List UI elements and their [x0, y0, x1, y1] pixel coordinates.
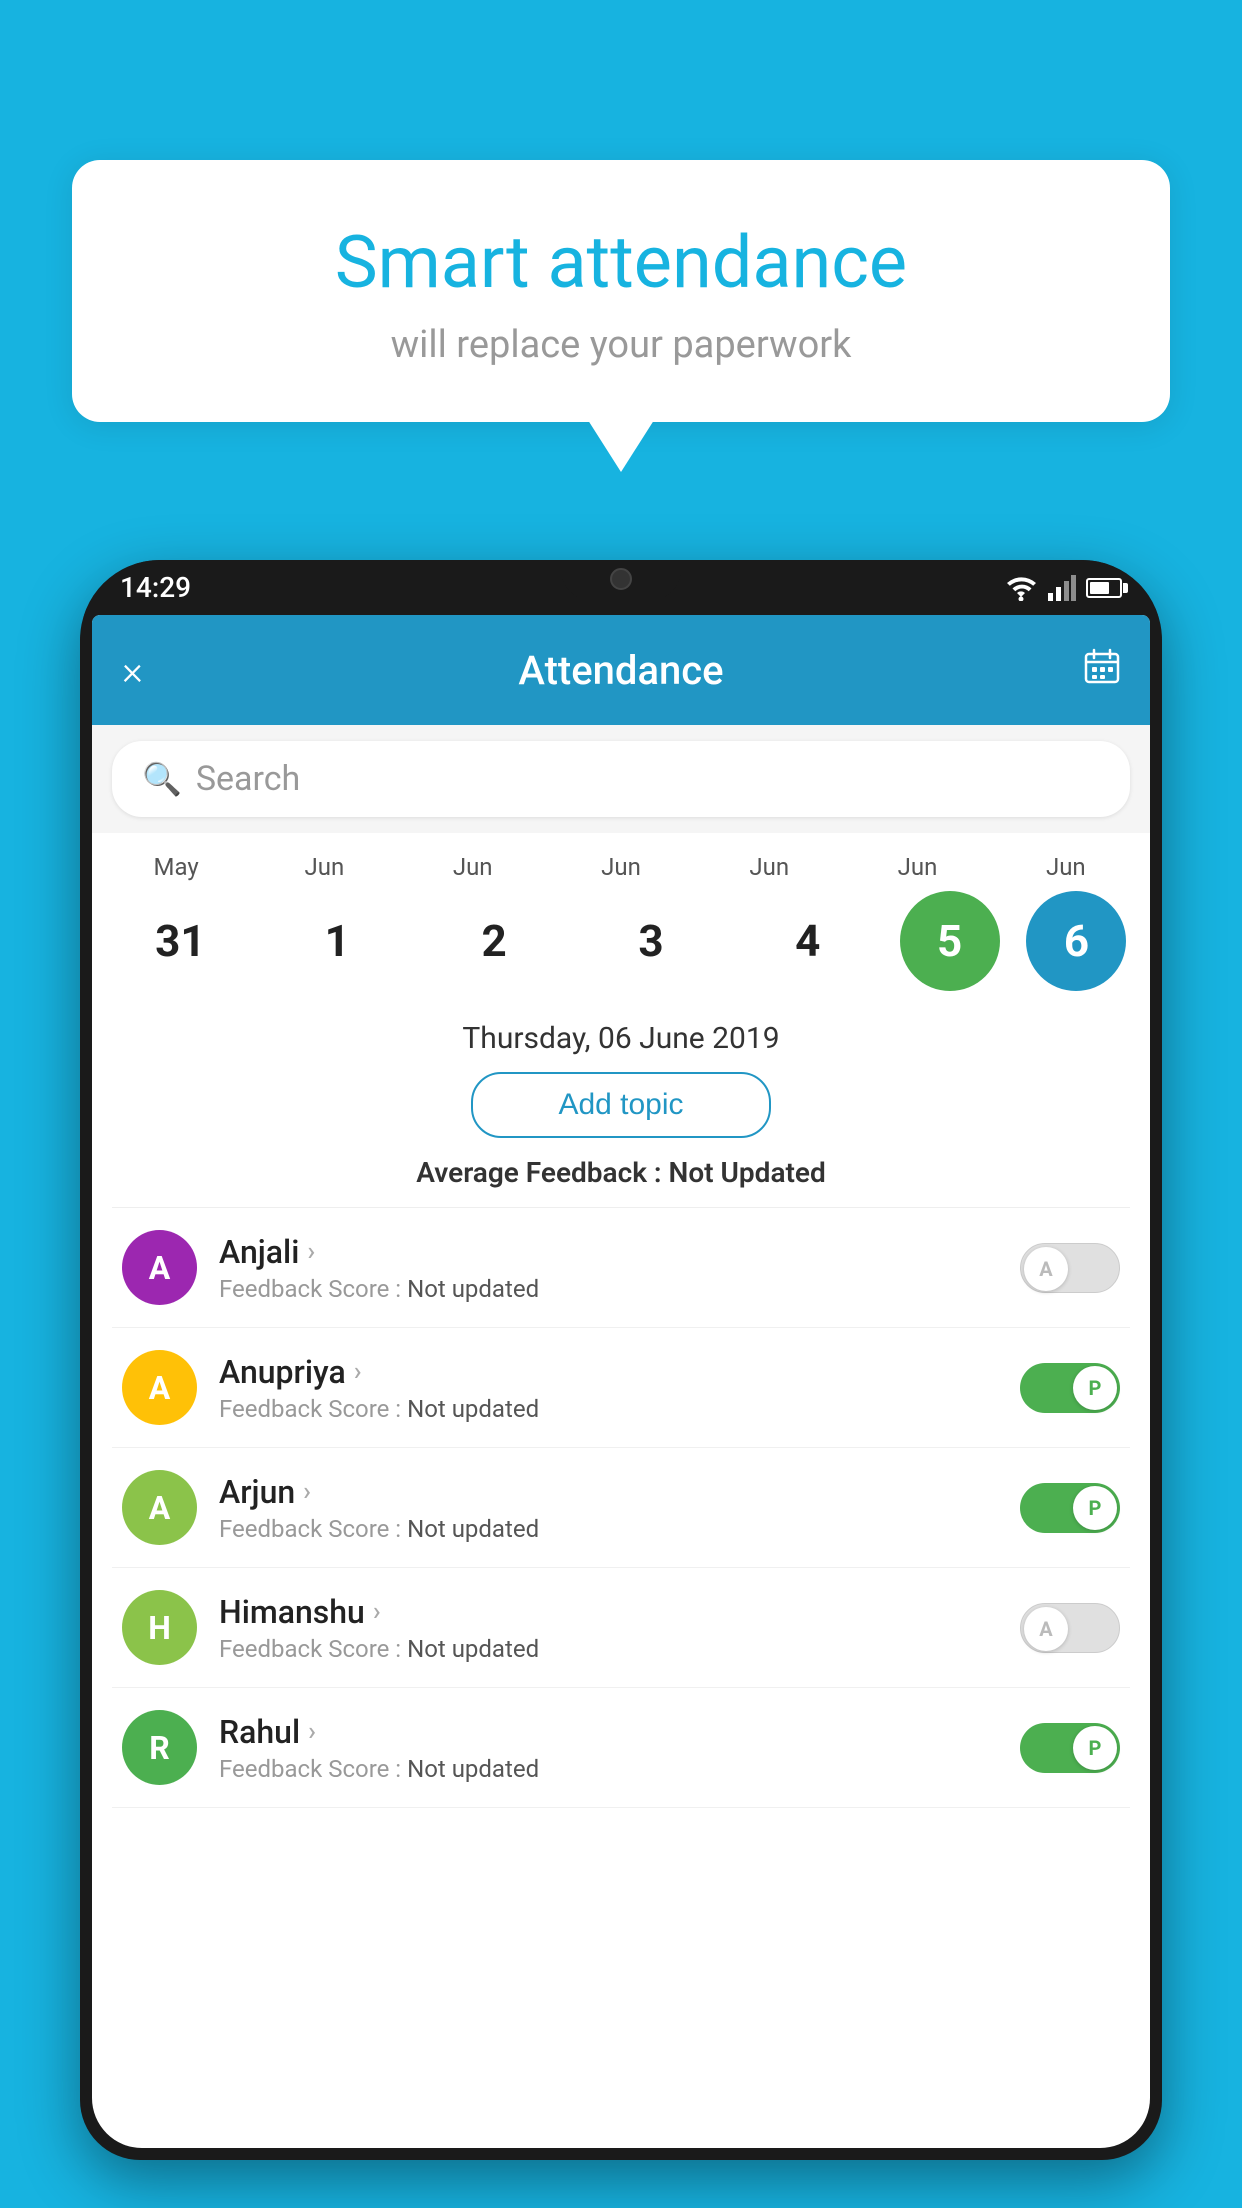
attendance-toggle-2[interactable]: P — [1020, 1483, 1120, 1533]
search-container: 🔍 Search — [92, 725, 1150, 833]
month-label-1: Jun — [259, 853, 389, 881]
month-label-4: Jun — [704, 853, 834, 881]
day-3[interactable]: 3 — [586, 891, 716, 991]
days-row: 31 123456 — [102, 891, 1140, 991]
student-name-4: Rahul › — [219, 1713, 1020, 1751]
month-label-2: Jun — [408, 853, 538, 881]
content-area: Thursday, 06 June 2019 Add topic Average… — [92, 1001, 1150, 1808]
student-feedback-2: Feedback Score : Not updated — [219, 1515, 1020, 1543]
months-row: May Jun Jun Jun Jun Jun Jun — [102, 853, 1140, 881]
student-info-4: Rahul › Feedback Score : Not updated — [219, 1713, 1020, 1783]
phone-time: 14:29 — [120, 571, 191, 604]
chevron-icon-0: › — [307, 1237, 315, 1267]
attendance-toggle-4[interactable]: P — [1020, 1723, 1120, 1773]
speech-bubble: Smart attendance will replace your paper… — [72, 160, 1170, 422]
selected-date-label: Thursday, 06 June 2019 — [112, 1001, 1130, 1072]
search-icon: 🔍 — [142, 760, 182, 798]
toggle-knob-2: P — [1073, 1486, 1117, 1530]
toggle-knob-3: A — [1024, 1607, 1068, 1651]
day-2[interactable]: 2 — [429, 891, 559, 991]
date-picker: May Jun Jun Jun Jun Jun Jun 31 123456 — [92, 833, 1150, 1001]
battery-icon — [1086, 578, 1122, 598]
front-camera — [610, 568, 632, 590]
signal-icon — [1048, 575, 1076, 601]
phone-screen: × Attendance — [92, 615, 1150, 2148]
search-input[interactable]: Search — [196, 759, 300, 799]
wifi-icon — [1004, 575, 1038, 601]
day-5[interactable]: 5 — [900, 891, 1000, 991]
student-feedback-4: Feedback Score : Not updated — [219, 1755, 1020, 1783]
toggle-knob-1: P — [1073, 1366, 1117, 1410]
avg-feedback-label: Average Feedback : — [416, 1156, 661, 1189]
month-label-5: Jun — [853, 853, 983, 881]
student-feedback-0: Feedback Score : Not updated — [219, 1275, 1020, 1303]
phone-container: 14:29 — [80, 560, 1162, 2208]
student-avatar-3: H — [122, 1590, 197, 1665]
student-avatar-2: A — [122, 1470, 197, 1545]
app-header: × Attendance — [92, 615, 1150, 725]
student-info-3: Himanshu › Feedback Score : Not updated — [219, 1593, 1020, 1663]
avg-feedback: Average Feedback : Not Updated — [112, 1156, 1130, 1189]
status-icons — [1004, 575, 1122, 601]
student-avatar-4: R — [122, 1710, 197, 1785]
header-title: Attendance — [518, 647, 723, 694]
month-label-3: Jun — [556, 853, 686, 881]
chevron-icon-3: › — [373, 1597, 381, 1627]
month-label-0: May — [111, 853, 241, 881]
student-feedback-3: Feedback Score : Not updated — [219, 1635, 1020, 1663]
student-row-4[interactable]: R Rahul › Feedback Score : Not updated P — [112, 1688, 1130, 1808]
search-bar[interactable]: 🔍 Search — [112, 741, 1130, 817]
month-label-6: Jun — [1001, 853, 1131, 881]
attendance-toggle-3[interactable]: A — [1020, 1603, 1120, 1653]
chevron-icon-2: › — [303, 1477, 311, 1507]
student-name-1: Anupriya › — [219, 1353, 1020, 1391]
student-name-3: Himanshu › — [219, 1593, 1020, 1631]
student-info-1: Anupriya › Feedback Score : Not updated — [219, 1353, 1020, 1423]
student-info-2: Arjun › Feedback Score : Not updated — [219, 1473, 1020, 1543]
speech-bubble-container: Smart attendance will replace your paper… — [72, 160, 1170, 422]
student-avatar-0: A — [122, 1230, 197, 1305]
day-6[interactable]: 6 — [1026, 891, 1126, 991]
attendance-toggle-0[interactable]: A — [1020, 1243, 1120, 1293]
student-row-1[interactable]: A Anupriya › Feedback Score : Not update… — [112, 1328, 1130, 1448]
student-avatar-1: A — [122, 1350, 197, 1425]
day-4[interactable]: 4 — [743, 891, 873, 991]
attendance-toggle-1[interactable]: P — [1020, 1363, 1120, 1413]
calendar-icon[interactable] — [1084, 648, 1120, 693]
student-name-0: Anjali › — [219, 1233, 1020, 1271]
add-topic-button[interactable]: Add topic — [471, 1072, 771, 1138]
bubble-title: Smart attendance — [122, 220, 1120, 305]
student-feedback-1: Feedback Score : Not updated — [219, 1395, 1020, 1423]
phone-notch — [561, 560, 681, 600]
student-info-0: Anjali › Feedback Score : Not updated — [219, 1233, 1020, 1303]
chevron-icon-1: › — [354, 1357, 362, 1387]
student-list: A Anjali › Feedback Score : Not updated … — [112, 1207, 1130, 1808]
toggle-knob-4: P — [1073, 1726, 1117, 1770]
bubble-subtitle: will replace your paperwork — [122, 323, 1120, 367]
toggle-knob-0: A — [1024, 1247, 1068, 1291]
student-row-2[interactable]: A Arjun › Feedback Score : Not updated P — [112, 1448, 1130, 1568]
day-1[interactable]: 1 — [272, 891, 402, 991]
avg-feedback-value: Not Updated — [669, 1156, 826, 1189]
phone-frame: 14:29 — [80, 560, 1162, 2160]
day-0[interactable]: 31 — [115, 891, 245, 991]
phone-status-bar: 14:29 — [80, 560, 1162, 615]
student-row-3[interactable]: H Himanshu › Feedback Score : Not update… — [112, 1568, 1130, 1688]
close-button[interactable]: × — [122, 647, 143, 694]
student-name-2: Arjun › — [219, 1473, 1020, 1511]
student-row-0[interactable]: A Anjali › Feedback Score : Not updated … — [112, 1208, 1130, 1328]
chevron-icon-4: › — [308, 1717, 316, 1747]
